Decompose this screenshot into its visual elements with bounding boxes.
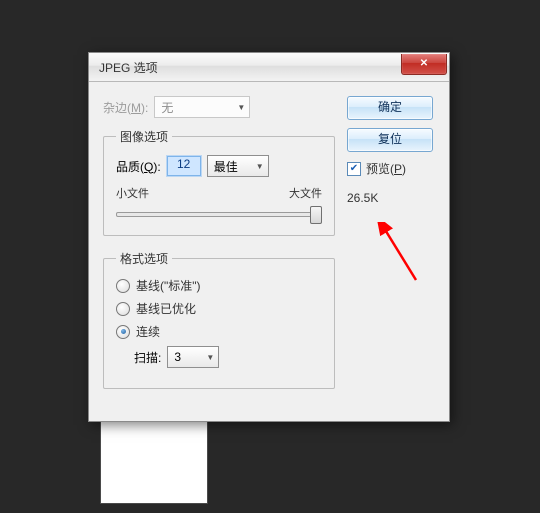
matte-label: 杂边(M): — [103, 99, 148, 116]
reset-button[interactable]: 复位 — [347, 128, 433, 152]
small-file-label: 小文件 — [116, 185, 149, 201]
format-options-legend: 格式选项 — [116, 250, 172, 267]
progressive-radio-row[interactable]: 连续 — [116, 323, 322, 340]
radio-icon — [116, 279, 130, 293]
radio-icon — [116, 302, 130, 316]
chevron-down-icon: ▼ — [237, 103, 245, 112]
progressive-label: 连续 — [136, 323, 160, 340]
radio-checked-icon — [116, 325, 130, 339]
image-options-group: 图像选项 品质(Q): 12 最佳 ▼ 小文件 大文件 — [103, 128, 335, 236]
format-options-group: 格式选项 基线("标准") 基线已优化 连续 扫描: 3 — [103, 250, 335, 389]
dialog-title: JPEG 选项 — [99, 59, 158, 76]
image-options-legend: 图像选项 — [116, 128, 172, 145]
scans-select[interactable]: 3 ▼ — [167, 346, 219, 368]
quality-slider[interactable] — [116, 205, 322, 223]
jpeg-options-dialog: JPEG 选项 ✕ 杂边(M): 无 ▼ 图像选项 品质(Q): — [88, 52, 450, 422]
slider-track — [116, 212, 322, 217]
large-file-label: 大文件 — [289, 185, 322, 201]
scans-value: 3 — [174, 350, 181, 364]
quality-input[interactable]: 12 — [167, 156, 201, 176]
checkbox-checked-icon: ✔ — [347, 162, 361, 176]
baseline-radio-row[interactable]: 基线("标准") — [116, 277, 322, 294]
matte-value: 无 — [161, 99, 173, 116]
preview-checkbox-row[interactable]: ✔ 预览(P) — [347, 160, 435, 177]
optimized-label: 基线已优化 — [136, 300, 196, 317]
chevron-down-icon: ▼ — [206, 353, 214, 362]
preview-label: 预览(P) — [366, 160, 406, 177]
close-button[interactable]: ✕ — [401, 54, 447, 75]
optimized-radio-row[interactable]: 基线已优化 — [116, 300, 322, 317]
close-icon: ✕ — [420, 58, 428, 69]
quality-label: 品质(Q): — [116, 158, 161, 175]
baseline-label: 基线("标准") — [136, 277, 201, 294]
slider-thumb[interactable] — [310, 206, 322, 224]
chevron-down-icon: ▼ — [256, 162, 264, 171]
matte-select: 无 ▼ — [154, 96, 250, 118]
scans-label: 扫描: — [134, 349, 161, 366]
quality-preset-select[interactable]: 最佳 ▼ — [207, 155, 269, 177]
filesize-text: 26.5K — [347, 191, 435, 205]
ok-button[interactable]: 确定 — [347, 96, 433, 120]
quality-preset-value: 最佳 — [214, 158, 238, 175]
titlebar[interactable]: JPEG 选项 ✕ — [89, 53, 449, 82]
